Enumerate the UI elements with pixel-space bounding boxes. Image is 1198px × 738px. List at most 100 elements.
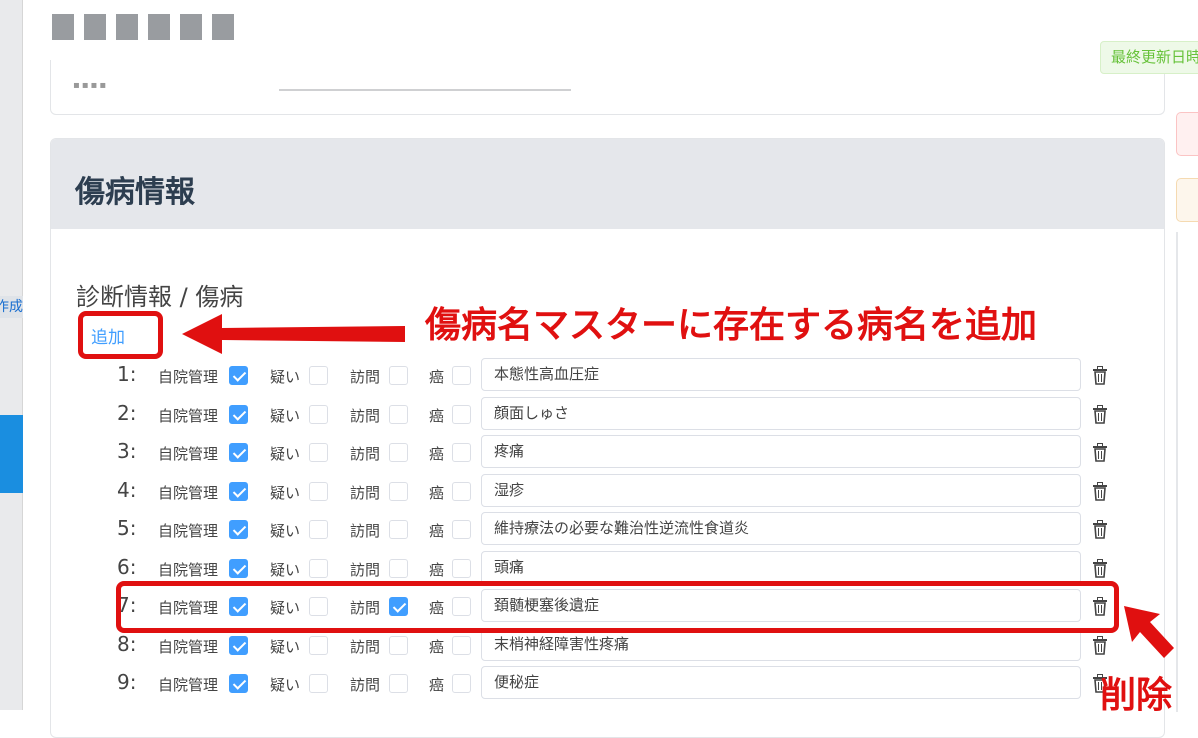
row-number: 8: <box>117 631 137 656</box>
self-checkbox[interactable] <box>229 366 248 385</box>
disease-name-input[interactable]: 疼痛 <box>481 435 1081 468</box>
cancer-label: 癌 <box>429 560 445 579</box>
self-label: 自院管理 <box>158 637 219 656</box>
suspect-checkbox[interactable] <box>309 520 328 539</box>
self-label: 自院管理 <box>158 368 219 386</box>
trash-icon[interactable] <box>1092 481 1108 501</box>
visit-checkbox[interactable] <box>389 520 408 539</box>
self-checkbox[interactable] <box>229 558 248 578</box>
cancer-checkbox[interactable] <box>452 404 471 424</box>
cancer-label: 癌 <box>429 483 445 502</box>
suspect-checkbox[interactable] <box>309 635 328 655</box>
visit-label: 訪問 <box>350 560 381 579</box>
visit-label: 訪問 <box>350 368 381 386</box>
input-underline[interactable] <box>279 89 571 91</box>
last-updated-badge: 最終更新日時 <box>1100 41 1198 74</box>
suspect-label: 疑い <box>270 560 301 579</box>
self-label: 自院管理 <box>158 522 219 540</box>
sidebar-item-create[interactable]: 作成 <box>0 296 23 318</box>
trash-icon[interactable] <box>1092 443 1108 462</box>
suspect-checkbox[interactable] <box>309 404 328 424</box>
annotation-delete-note: 削除 <box>1100 675 1173 716</box>
suspect-label: 疑い <box>270 637 301 656</box>
self-label: 自院管理 <box>158 676 219 694</box>
suspect-label: 疑い <box>270 676 301 694</box>
self-checkbox[interactable] <box>229 481 248 501</box>
cancer-label: 癌 <box>429 522 445 540</box>
row-number: 1: <box>117 362 137 386</box>
disease-name-input[interactable]: 顔面しゅさ <box>481 396 1081 430</box>
cancer-checkbox[interactable] <box>452 443 471 462</box>
disease-name-input[interactable]: 頭痛 <box>481 550 1081 584</box>
disease-name-input[interactable]: 維持療法の必要な難治性逆流性食道炎 <box>481 512 1081 545</box>
sidebar-item-selected[interactable] <box>0 415 23 493</box>
diagnosis-row: 2: 自院管理 疑い 訪問 癌 顔面しゅさ <box>51 396 1164 431</box>
suspect-checkbox[interactable] <box>309 674 328 693</box>
self-checkbox[interactable] <box>229 635 248 655</box>
disease-name-input[interactable]: 湿疹 <box>481 473 1081 507</box>
cancer-checkbox[interactable] <box>452 558 471 578</box>
suspect-checkbox[interactable] <box>309 443 328 462</box>
self-checkbox[interactable] <box>229 404 248 424</box>
cancer-label: 癌 <box>429 445 445 463</box>
visit-label: 訪問 <box>350 522 381 540</box>
disease-name-input[interactable]: 便秘症 <box>481 666 1081 699</box>
trash-icon[interactable] <box>1092 404 1108 424</box>
injury-info-card: 傷病情報 診断情報 / 傷病 追加 1: 自院管理 疑い 訪問癌本態性高血圧症 2: 自院… <box>50 138 1165 738</box>
trash-icon[interactable] <box>1092 635 1108 655</box>
diagnosis-row: 1: 自院管理 疑い 訪問 癌 本態性高血圧症 <box>51 358 1164 392</box>
visit-checkbox[interactable] <box>389 443 408 462</box>
blurred-page-title <box>52 14 234 40</box>
visit-label: 訪問 <box>350 637 381 656</box>
cancer-checkbox[interactable] <box>452 481 471 501</box>
row-number: 2: <box>117 400 137 425</box>
visit-label: 訪問 <box>350 483 381 502</box>
trash-icon[interactable] <box>1092 366 1108 385</box>
row-number: 9: <box>117 670 137 694</box>
cancer-checkbox[interactable] <box>452 635 471 655</box>
trash-icon[interactable] <box>1092 520 1108 539</box>
suspect-checkbox[interactable] <box>309 366 328 385</box>
suspect-label: 疑い <box>270 483 301 502</box>
visit-checkbox[interactable] <box>389 635 408 655</box>
visit-checkbox[interactable] <box>389 481 408 501</box>
suspect-label: 疑い <box>270 406 301 425</box>
self-label: 自院管理 <box>158 406 219 425</box>
row-number: 6: <box>117 554 137 579</box>
annotation-box-add <box>78 311 163 359</box>
visit-checkbox[interactable] <box>389 404 408 424</box>
sidebar: 作成 <box>0 0 23 710</box>
annotation-add-note: 傷病名マスターに存在する病名を追加 <box>425 305 1038 346</box>
visit-checkbox[interactable] <box>389 674 408 693</box>
self-checkbox[interactable] <box>229 674 248 693</box>
visit-label: 訪問 <box>350 406 381 425</box>
alert-box-orange <box>1176 178 1198 222</box>
visit-checkbox[interactable] <box>389 366 408 385</box>
cancer-label: 癌 <box>429 406 445 425</box>
previous-card: ▪▪▪▪ <box>50 60 1165 115</box>
visit-checkbox[interactable] <box>389 558 408 578</box>
annotation-arrow-upleft-icon <box>1124 606 1174 658</box>
cancer-label: 癌 <box>429 368 445 386</box>
annotation-box-row7 <box>116 581 1119 633</box>
self-checkbox[interactable] <box>229 520 248 539</box>
diagnosis-row: 5: 自院管理 疑い 訪問 癌 維持療法の必要な難治性逆流性食道炎 <box>51 512 1164 546</box>
disease-name-input[interactable]: 本態性高血圧症 <box>481 358 1081 391</box>
cancer-checkbox[interactable] <box>452 366 471 385</box>
cancer-checkbox[interactable] <box>452 674 471 693</box>
suspect-checkbox[interactable] <box>309 558 328 578</box>
trash-icon[interactable] <box>1092 558 1108 578</box>
suspect-label: 疑い <box>270 368 301 386</box>
diagnosis-row: 9: 自院管理 疑い 訪問 癌 便秘症 <box>51 666 1164 700</box>
diagnosis-subtitle: 診断情報 / 傷病 <box>76 283 244 311</box>
diagnosis-row: 6: 自院管理 疑い 訪問 癌 頭痛 <box>51 550 1164 585</box>
suspect-checkbox[interactable] <box>309 481 328 501</box>
visit-label: 訪問 <box>350 676 381 694</box>
self-label: 自院管理 <box>158 483 219 502</box>
cancer-label: 癌 <box>429 676 445 694</box>
diagnosis-row: 4: 自院管理 疑い 訪問 癌 湿疹 <box>51 473 1164 508</box>
row-number: 3: <box>117 439 137 463</box>
row-number: 4: <box>117 477 137 502</box>
self-checkbox[interactable] <box>229 443 248 462</box>
cancer-checkbox[interactable] <box>452 520 471 539</box>
